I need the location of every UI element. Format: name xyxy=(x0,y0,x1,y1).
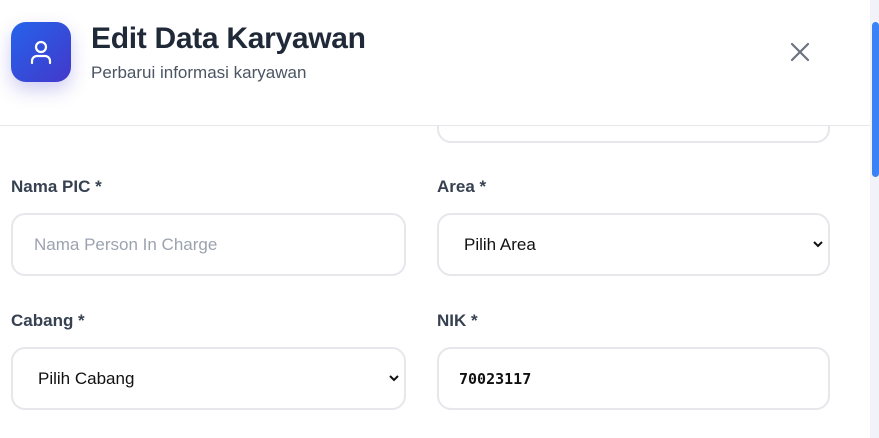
area-selected: Pilih Area xyxy=(464,234,536,254)
nama-pic-placeholder: Nama Person In Charge xyxy=(34,234,218,254)
nik-value: 70023117 xyxy=(459,369,532,388)
close-button[interactable] xyxy=(786,38,814,66)
area-select[interactable]: Pilih Area xyxy=(437,213,830,276)
nama-pic-input[interactable]: Nama Person In Charge xyxy=(11,213,406,276)
close-icon xyxy=(790,42,810,62)
nik-label: NIK * xyxy=(437,311,478,330)
chevron-down-icon xyxy=(813,241,823,248)
user-icon xyxy=(30,40,52,65)
scrollbar-thumb[interactable] xyxy=(872,22,879,177)
modal-subtitle: Perbarui informasi karyawan xyxy=(91,63,307,82)
modal-title: Edit Data Karyawan xyxy=(91,22,366,55)
chevron-down-icon xyxy=(389,375,399,382)
cabang-select[interactable]: Pilih Cabang xyxy=(11,347,406,410)
cabang-selected: Pilih Cabang xyxy=(38,368,135,388)
nik-input[interactable]: 70023117 xyxy=(437,347,830,410)
user-icon-badge xyxy=(11,22,71,82)
modal-header: Edit Data Karyawan Perbarui informasi ka… xyxy=(0,0,870,126)
nama-pic-label: Nama PIC * xyxy=(11,177,102,196)
area-label: Area * xyxy=(437,177,487,196)
cabang-label: Cabang * xyxy=(11,311,85,330)
